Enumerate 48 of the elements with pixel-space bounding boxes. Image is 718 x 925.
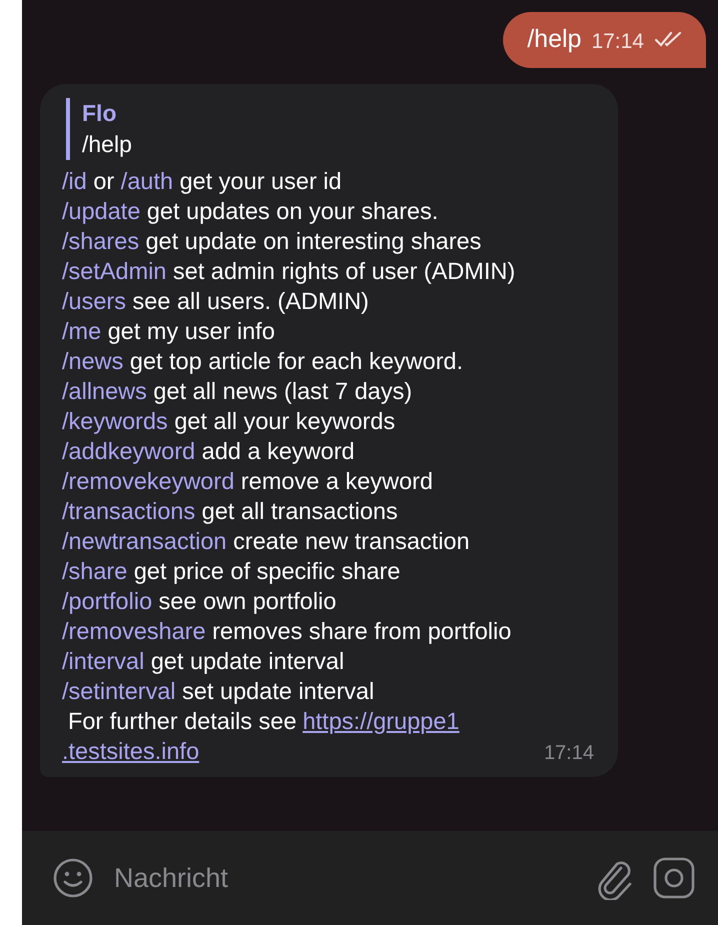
command-line: /setAdmin set admin rights of user (ADMIN) [62,257,516,286]
message-time: 17:14 [544,742,594,765]
command-line: /keywords get all your keywords [62,407,396,436]
message-field[interactable]: Nachricht [112,862,576,894]
command-line: /removekeyword remove a keyword [62,467,434,496]
command-link[interactable]: /id [62,168,87,194]
command-line: /update get updates on your shares. [62,197,440,226]
command-line: /transactions get all transactions [62,497,399,526]
command-link[interactable]: /newtransaction [62,528,227,554]
command-line: /news get top article for each keyword. [62,347,464,376]
command-link[interactable]: /auth [120,168,174,194]
command-link[interactable]: /removeshare [62,618,206,644]
emoji-icon[interactable] [52,857,94,899]
reply-text: /help [82,131,133,158]
command-line: /portfolio see own portfolio [62,587,338,616]
command-link[interactable]: /interval [62,648,144,674]
message-time: 17:14 [591,30,644,54]
command-line: /me get my user info [62,317,276,346]
command-line: /removeshare removes share from portfolio [62,617,512,646]
command-line: /setinterval set update interval [62,677,376,706]
command-link[interactable]: /allnews [62,378,147,404]
command-link[interactable]: /setAdmin [62,258,166,284]
command-line: /allnews get all news (last 7 days) [62,377,414,406]
command-link[interactable]: /transactions [62,498,196,524]
command-line: /newtransaction create new transaction [62,527,471,556]
command-line: /addkeyword add a keyword [62,437,356,466]
website-link[interactable]: .testsites.info [62,738,200,764]
message-text: /help [527,24,582,54]
details-text: For further details see [67,708,297,734]
command-link[interactable]: /users [62,288,126,314]
reply-sender: Flo [82,100,118,127]
website-link[interactable]: https://gruppe1 [302,708,460,734]
command-line: /shares get update on interesting shares [62,227,482,256]
command-line: /share get price of specific share [62,557,402,586]
command-link[interactable]: /share [62,558,128,584]
command-link[interactable]: /me [62,318,102,344]
command-link[interactable]: /setinterval [62,678,176,704]
command-link[interactable]: /portfolio [62,588,152,614]
command-link[interactable]: /addkeyword [62,438,196,464]
command-link[interactable]: /update [62,198,140,224]
command-link[interactable]: /news [62,348,124,374]
command-link[interactable]: /shares [62,228,140,254]
command-line: /interval get update interval [62,647,346,676]
camera-icon[interactable] [652,856,696,900]
command-line: /id or /auth get your user id [62,167,343,196]
command-link[interactable]: /removekeyword [62,468,234,494]
command-line: /users see all users. (ADMIN) [62,287,370,316]
command-link[interactable]: /keywords [62,408,168,434]
